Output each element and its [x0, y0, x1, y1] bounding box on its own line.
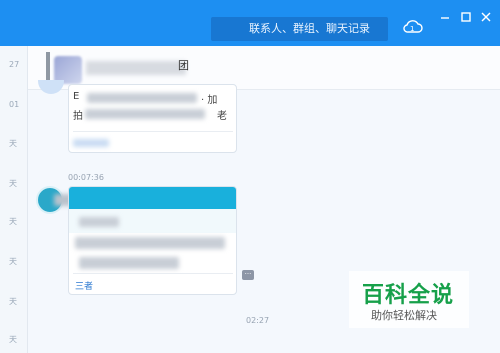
strip-label: 27 [9, 60, 20, 69]
blurred-text [79, 217, 119, 227]
watermark: 百科全说 助你轻松解决 [349, 271, 469, 328]
message-timestamp: 02:27 [246, 316, 270, 325]
divider [73, 273, 233, 274]
card-text: 老 [217, 111, 227, 122]
blurred-text [85, 109, 205, 119]
strip-label: 01 [9, 100, 20, 109]
maximize-icon[interactable] [459, 10, 473, 24]
search-input[interactable]: 联系人、群组、聊天记录 [211, 17, 388, 41]
chat-title-suffix: 团 [178, 59, 189, 72]
watermark-title: 百科全说 [362, 283, 455, 308]
strip-label: 天 [9, 179, 17, 188]
card-text: · 加 [201, 95, 218, 106]
cloud-upload-icon[interactable]: 1 [402, 16, 424, 36]
message-card[interactable]: E · 加 拍 老 [68, 84, 237, 153]
minimize-icon[interactable] [438, 10, 452, 24]
card-text: E [73, 91, 80, 102]
message-card[interactable]: 三者 [68, 186, 237, 295]
strip-label: 天 [9, 297, 17, 306]
close-icon[interactable] [479, 10, 493, 24]
message-timestamp: 00:07:36 [68, 173, 104, 182]
more-options-icon[interactable]: ··· [242, 270, 254, 280]
watermark-subtitle: 助你轻松解决 [371, 309, 437, 322]
chat-title-blurred [86, 61, 186, 75]
blurred-link[interactable] [73, 139, 109, 147]
blurred-text [79, 257, 179, 269]
strip-label: 天 [9, 139, 17, 148]
card-link[interactable]: 三者 [75, 279, 93, 292]
svg-text:1: 1 [410, 25, 414, 33]
title-bar: 联系人、群组、聊天记录 1 [0, 0, 500, 46]
card-text: 拍 [73, 111, 83, 122]
strip-label: 天 [9, 335, 17, 344]
divider [73, 131, 233, 132]
blurred-text [87, 93, 197, 103]
card-subheader [69, 209, 236, 233]
card-header [69, 187, 236, 209]
strip-label: 天 [9, 257, 17, 266]
strip-label: 天 [9, 217, 17, 226]
session-list-strip[interactable]: 27 01 天 天 天 天 天 天 [0, 46, 28, 353]
blurred-text [75, 237, 225, 249]
